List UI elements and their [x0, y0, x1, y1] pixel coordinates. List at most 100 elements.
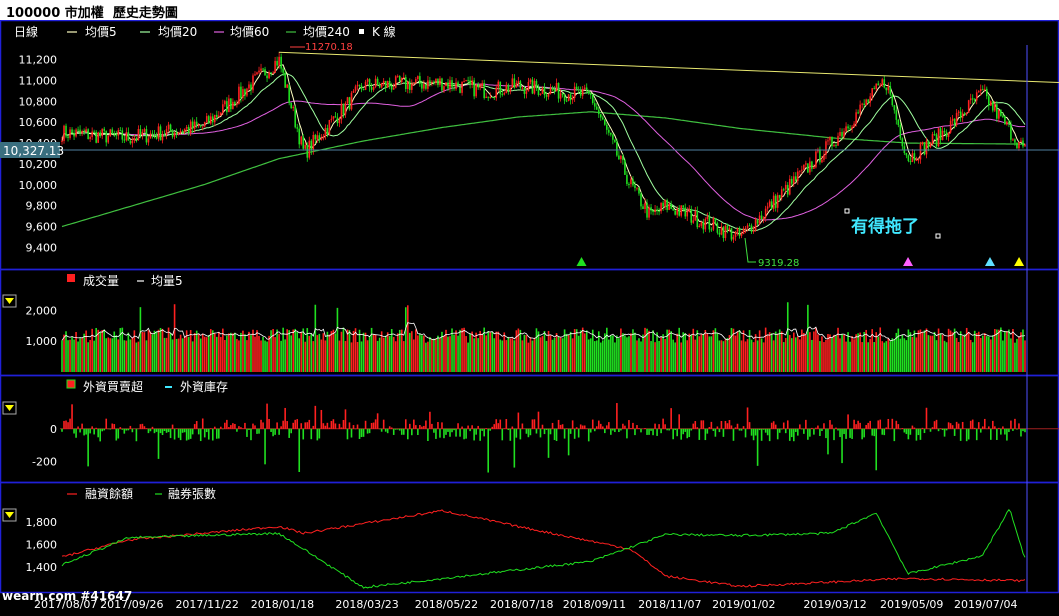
candle-body [737, 228, 739, 231]
volume-bar [425, 343, 427, 372]
volume-collapse-button[interactable] [3, 295, 16, 307]
foreign-net-bar [765, 429, 767, 433]
candle-body [707, 216, 709, 219]
volume-bar [403, 341, 405, 372]
foreign-net-bar [620, 429, 622, 431]
foreign-net-bar [1002, 426, 1004, 428]
foreign-net-bar [228, 427, 230, 429]
candle-body [914, 153, 916, 160]
foreign-net-bar [576, 427, 578, 429]
candle-body [660, 203, 662, 211]
foreign-net-bar [799, 424, 801, 428]
foreign-net-bar [719, 429, 721, 432]
volume-bar [668, 330, 670, 372]
foreign-net-bar [296, 419, 298, 429]
volume-bar [469, 334, 471, 372]
volume-bar [461, 328, 463, 372]
candle-body [300, 137, 302, 145]
foreign-net-bar [608, 422, 610, 429]
volume-bar [230, 333, 232, 372]
foreign-net-bar [210, 428, 212, 429]
foreign-net-bar [628, 420, 630, 429]
volume-bar [499, 340, 501, 372]
legend-margin-balance: 融資餘額 [85, 486, 133, 501]
candle-body [1002, 116, 1004, 117]
volume-bar [266, 342, 268, 372]
foreign-net-bar [807, 429, 809, 440]
legend-ma20: 均價20 [158, 25, 197, 39]
candle-body [501, 94, 503, 95]
candle-body [626, 175, 628, 184]
foreign-net-bar [174, 429, 176, 440]
volume-bar [733, 329, 735, 372]
candle-body [892, 95, 894, 106]
volume-bar [914, 331, 916, 372]
candle-body [560, 93, 562, 98]
candle-body [632, 179, 634, 185]
foreign-net-bar [292, 423, 294, 429]
foreign-net-bar [992, 421, 994, 429]
foreign-net-bar [439, 429, 441, 438]
volume-bar [556, 333, 558, 372]
foreign-net-bar [415, 425, 417, 429]
volume-bar [883, 343, 885, 372]
foreign-net-bar [534, 419, 536, 428]
foreign-net-bar [733, 429, 735, 441]
foreign-net-bar [692, 424, 694, 429]
volume-bar [701, 334, 703, 372]
foreign-net-bar [501, 429, 503, 441]
foreign-net-bar [236, 429, 238, 432]
candle-body [296, 127, 298, 128]
volume-bar [419, 333, 421, 372]
foreign-net-bar [457, 423, 459, 429]
volume-bar [988, 337, 990, 372]
candle-body [532, 80, 534, 94]
candle-body [130, 141, 132, 144]
foreign-net-bar [787, 420, 789, 428]
volume-bar [855, 334, 857, 372]
foreign-net-bar [445, 429, 447, 435]
volume-bar [429, 337, 431, 372]
foreign-net-bar [948, 422, 950, 428]
volume-bar [604, 333, 606, 372]
volume-bar [240, 333, 242, 372]
volume-bar [608, 339, 610, 372]
foreign-collapse-button[interactable] [3, 402, 16, 414]
foreign-net-bar [626, 429, 628, 439]
volume-bar [942, 335, 944, 372]
foreign-net-bar [347, 429, 349, 440]
candle-body [787, 185, 789, 195]
foreign-net-bar [976, 429, 978, 440]
margin-collapse-button[interactable] [3, 509, 16, 521]
foreign-y-tick: 0 [50, 423, 57, 436]
volume-bar [717, 333, 719, 372]
candle-body [932, 134, 934, 144]
candle-body [152, 133, 154, 134]
volume-bar [435, 339, 437, 372]
volume-bar [534, 338, 536, 372]
candle-body [407, 82, 409, 90]
candle-body [483, 83, 485, 98]
foreign-net-bar [859, 423, 861, 429]
candle-body [765, 209, 767, 218]
candle-body [67, 136, 69, 137]
foreign-net-bar [703, 420, 705, 428]
candle-body [103, 129, 105, 131]
foreign-net-bar [885, 427, 887, 428]
candle-body [582, 89, 584, 96]
foreign-net-bar [252, 424, 254, 429]
volume-bar [986, 336, 988, 372]
legend-volume-ma5: 均量5 [151, 274, 183, 288]
volume-bar [115, 335, 117, 372]
foreign-net-bar [516, 429, 518, 438]
volume-bar [200, 339, 202, 372]
foreign-net-bar [317, 429, 319, 441]
volume-bar [294, 329, 296, 372]
foreign-net-bar [827, 429, 829, 455]
volume-bar [984, 333, 986, 372]
price-y-tick: 11,000 [19, 74, 58, 87]
foreign-net-bar [857, 421, 859, 429]
volume-bar [713, 330, 715, 372]
candle-body [170, 125, 172, 132]
volume-bar [445, 330, 447, 372]
